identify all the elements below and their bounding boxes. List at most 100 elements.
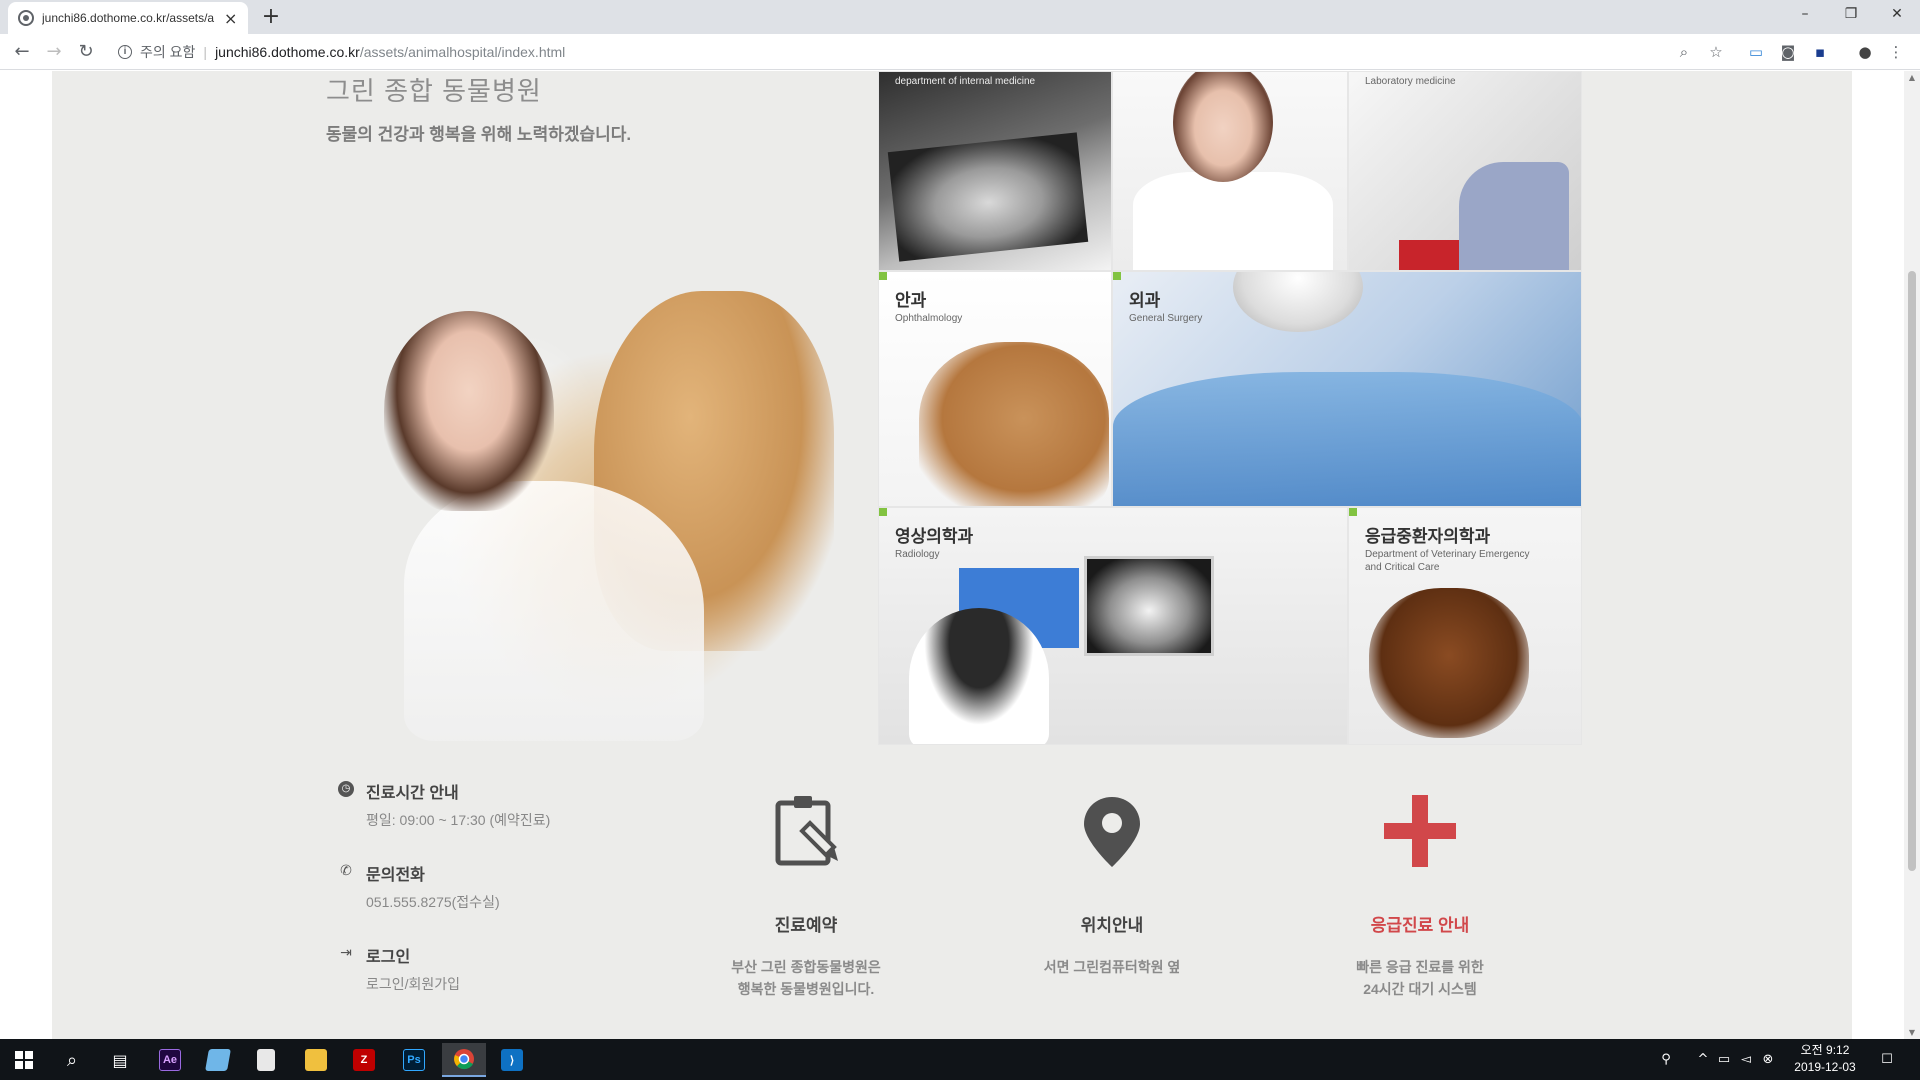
action-center-icon[interactable]: ☐ bbox=[1872, 1039, 1902, 1080]
extension-camera-icon[interactable]: ◙ bbox=[1778, 42, 1798, 62]
feature-emergency[interactable]: 응급진료 안내 빠른 응급 진료를 위한 24시간 대기 시스템 bbox=[1310, 791, 1530, 1000]
feature-reservation-desc-line1: 부산 그린 종합동물병원은 bbox=[731, 959, 881, 975]
department-ophthalmology[interactable]: 안과 Ophthalmology bbox=[878, 271, 1112, 507]
bookmark-star-icon[interactable]: ☆ bbox=[1706, 42, 1726, 62]
clipboard-icon bbox=[775, 796, 838, 866]
clock-icon: ◷ bbox=[338, 781, 354, 797]
new-tab-button[interactable]: + bbox=[258, 4, 284, 29]
hero-coat-shape bbox=[404, 481, 704, 741]
medical-cross-icon bbox=[1384, 795, 1456, 867]
surgeons-gown-shape bbox=[1113, 372, 1581, 506]
security-warning-label: 주의 요함 bbox=[140, 44, 196, 60]
department-photo-vet-exam bbox=[1112, 71, 1348, 271]
after-effects-icon[interactable]: Ae bbox=[148, 1043, 192, 1077]
notification-error-icon[interactable]: ⊗ bbox=[1758, 1039, 1778, 1080]
start-icon[interactable] bbox=[2, 1043, 46, 1077]
task-view-icon[interactable]: ▤ bbox=[98, 1043, 142, 1077]
network-icon[interactable]: ▭ bbox=[1714, 1039, 1734, 1080]
location-pin-icon bbox=[1084, 797, 1140, 867]
profile-avatar-icon[interactable]: ● bbox=[1855, 42, 1875, 62]
browser-tab[interactable]: junchi86.dothome.co.kr/assets/a × bbox=[8, 2, 248, 34]
file-explorer-icon[interactable] bbox=[294, 1043, 338, 1077]
feature-location[interactable]: 위치안내 서면 그린컴퓨터학원 옆 bbox=[1002, 791, 1222, 978]
feature-emergency-title: 응급진료 안내 bbox=[1370, 916, 1470, 935]
back-arrow-icon[interactable]: ← bbox=[10, 40, 34, 64]
department-internal-medicine-en: department of internal medicine bbox=[895, 76, 1036, 87]
department-ophthalmology-en: Ophthalmology bbox=[895, 313, 963, 324]
url-separator: | bbox=[203, 44, 208, 60]
phone-icon: ✆ bbox=[340, 863, 352, 879]
page-container: 그린 종합 동물병원 동물의 건강과 행복을 위해 노력하겠습니다. depar… bbox=[52, 71, 1852, 1039]
windows-taskbar: ⌕ ▤ Ae Z Ps ⟩ ⚲ ^ ▭ ◅ ⊗ 오전 9:12 2019-12-… bbox=[0, 1039, 1920, 1080]
page-scrollbar[interactable]: ▲ ▼ bbox=[1904, 71, 1920, 1039]
extension-bookmark-icon[interactable]: ▪ bbox=[1810, 42, 1830, 62]
vet-coat-shape bbox=[1133, 172, 1333, 270]
tray-expand-icon[interactable]: ^ bbox=[1694, 1039, 1712, 1080]
feature-location-title: 위치안내 bbox=[1080, 916, 1144, 935]
info-login-label[interactable]: 로그인 bbox=[366, 943, 410, 967]
info-hours-label: 진료시간 안내 bbox=[366, 785, 459, 802]
reload-icon[interactable]: ↻ bbox=[74, 40, 98, 64]
clock-date: 2019-12-03 bbox=[1794, 1060, 1856, 1074]
department-radiology-en: Radiology bbox=[895, 549, 940, 560]
minimize-button[interactable]: – bbox=[1782, 0, 1828, 30]
info-phone: ✆ 문의전화 051.555.8275(접수실) bbox=[338, 861, 638, 943]
search-icon[interactable]: ⌕ bbox=[50, 1043, 94, 1077]
tab-close-icon[interactable]: × bbox=[224, 9, 237, 28]
after-effects-label: Ae bbox=[159, 1049, 181, 1071]
notepad-icon[interactable] bbox=[196, 1043, 240, 1077]
feature-emergency-desc-line1: 빠른 응급 진료를 위한 bbox=[1356, 959, 1484, 975]
vscode-icon[interactable]: ⟩ bbox=[490, 1043, 534, 1077]
xray-monitor-image bbox=[887, 132, 1089, 262]
department-internal-medicine[interactable]: department of internal medicine bbox=[878, 71, 1112, 271]
photoshop-icon[interactable]: Ps bbox=[392, 1043, 436, 1077]
department-emergency-en: Department of Veterinary Emergency and C… bbox=[1365, 549, 1530, 573]
department-laboratory-en: Laboratory medicine bbox=[1365, 76, 1456, 87]
tab-title: junchi86.dothome.co.kr/assets/a bbox=[42, 11, 215, 25]
calculator-icon[interactable] bbox=[244, 1043, 288, 1077]
zoom-icon[interactable]: ⌕ bbox=[1674, 42, 1694, 62]
url-path: /assets/animalhospital/index.html bbox=[359, 44, 566, 60]
department-ophthalmology-ko: 안과 bbox=[895, 291, 927, 310]
radiology-tech-shape bbox=[909, 608, 1049, 744]
restore-button[interactable]: ❐ bbox=[1828, 0, 1874, 30]
feature-reservation[interactable]: 진료예약 부산 그린 종합동물병원은 행복한 동물병원입니다. bbox=[696, 791, 916, 1000]
green-marker bbox=[1349, 508, 1357, 516]
info-hours-value: 평일: 09:00 ~ 17:30 (예약진료) bbox=[366, 812, 551, 828]
info-phone-label: 문의전화 bbox=[366, 867, 425, 884]
chrome-icon[interactable] bbox=[442, 1043, 486, 1077]
surgical-lamp-shape bbox=[1233, 272, 1363, 332]
taskbar-clock[interactable]: 오전 9:12 2019-12-03 bbox=[1786, 1042, 1864, 1076]
hero-vet-with-dog-image bbox=[324, 171, 834, 771]
filezilla-icon[interactable]: Z bbox=[342, 1043, 386, 1077]
feature-location-desc: 서면 그린컴퓨터학원 옆 bbox=[1002, 956, 1222, 978]
extension-cast-icon[interactable]: ▭ bbox=[1746, 42, 1766, 62]
department-grid: department of internal medicine Laborato… bbox=[878, 71, 1582, 745]
site-favicon-icon bbox=[18, 10, 34, 26]
department-radiology[interactable]: 영상의학과 Radiology bbox=[878, 507, 1348, 745]
site-info-icon[interactable]: i bbox=[118, 45, 132, 59]
people-icon[interactable]: ⚲ bbox=[1654, 1039, 1678, 1080]
clock-time: 오전 9:12 bbox=[1800, 1043, 1850, 1057]
info-hours: ◷ 진료시간 안내 평일: 09:00 ~ 17:30 (예약진료) bbox=[338, 779, 638, 861]
close-window-button[interactable]: ✕ bbox=[1874, 0, 1920, 30]
department-radiology-ko: 영상의학과 bbox=[895, 527, 974, 546]
browser-menu-icon[interactable]: ⋮ bbox=[1886, 42, 1906, 62]
scroll-up-arrow-icon[interactable]: ▲ bbox=[1904, 73, 1920, 82]
department-laboratory-medicine[interactable]: Laboratory medicine bbox=[1348, 71, 1582, 271]
department-general-surgery[interactable]: 외과 General Surgery bbox=[1112, 271, 1582, 507]
er-dog-shape bbox=[1369, 588, 1529, 738]
scrollbar-thumb[interactable] bbox=[1908, 271, 1916, 871]
windows-logo-icon bbox=[15, 1051, 33, 1069]
address-bar[interactable]: i 주의 요함 | junchi86.dothome.co.kr/assets/… bbox=[108, 38, 1718, 66]
volume-muted-icon[interactable]: ◅ bbox=[1736, 1039, 1756, 1080]
department-emergency-critical-care[interactable]: 응급중환자의학과 Department of Veterinary Emerge… bbox=[1348, 507, 1582, 745]
oph-dog-shape bbox=[919, 342, 1109, 506]
hospital-title: 그린 종합 동물병원 bbox=[326, 76, 542, 106]
scroll-down-arrow-icon[interactable]: ▼ bbox=[1904, 1028, 1920, 1037]
department-surgery-en: General Surgery bbox=[1129, 313, 1203, 324]
forward-arrow-icon[interactable]: → bbox=[42, 40, 66, 64]
green-marker bbox=[1113, 272, 1121, 280]
info-login-value[interactable]: 로그인/회원가입 bbox=[366, 974, 460, 994]
info-login[interactable]: ⇥ 로그인 로그인/회원가입 bbox=[338, 943, 638, 1025]
